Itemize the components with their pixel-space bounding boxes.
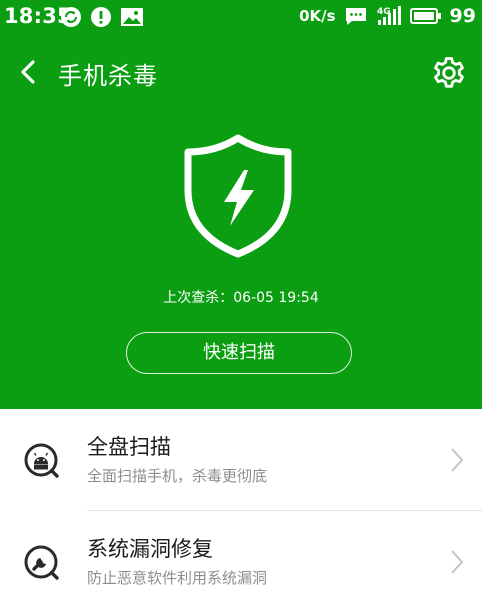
chevron-right-icon <box>451 448 464 472</box>
chevron-right-icon <box>451 550 464 574</box>
battery-level: 99 <box>449 5 476 27</box>
back-arrow-icon <box>21 60 35 84</box>
page-title: 手机杀毒 <box>58 62 158 90</box>
battery-icon <box>409 8 441 24</box>
alert-icon <box>91 7 111 27</box>
sync-icon <box>61 7 81 27</box>
list-item-title: 系统漏洞修复 <box>87 537 213 561</box>
4g-signal-icon: 4G <box>377 6 401 25</box>
list-item-full-scan[interactable]: 全盘扫描 全面扫描手机，杀毒更彻底 <box>0 409 482 511</box>
quick-scan-button[interactable]: 快速扫描 <box>126 332 352 374</box>
hero-panel: 18:35 0K/s 4G 99 手机杀毒 上次查杀：06-05 19:54 快… <box>0 0 482 409</box>
title-bar: 手机杀毒 <box>0 48 482 96</box>
last-scan-info: 上次查杀：06-05 19:54 <box>0 287 482 307</box>
settings-button[interactable] <box>430 54 468 92</box>
image-icon <box>121 8 143 26</box>
gear-icon <box>434 57 464 88</box>
list-item-subtitle: 全面扫描手机，杀毒更彻底 <box>87 467 268 485</box>
back-button[interactable] <box>14 54 42 90</box>
list-item-title: 全盘扫描 <box>87 435 171 459</box>
scan-options-list: 全盘扫描 全面扫描手机，杀毒更彻底 系统漏洞修复 防止恶意软件利用系统漏洞 <box>0 409 482 613</box>
status-bar: 18:35 0K/s 4G 99 <box>0 0 482 34</box>
list-item-subtitle: 防止恶意软件利用系统漏洞 <box>87 569 268 587</box>
net-speed: 0K/s <box>299 7 336 25</box>
wrench-icon <box>24 545 59 580</box>
status-notification-icons <box>60 6 144 28</box>
message-icon <box>345 8 366 25</box>
android-scan-icon <box>24 443 59 478</box>
last-scan-time: 06-05 19:54 <box>233 290 319 306</box>
status-system-icons: 0K/s 4G 99 <box>299 5 476 27</box>
shield-lightning-icon <box>184 134 292 258</box>
last-scan-label: 上次查杀： <box>163 290 234 306</box>
list-item-vulnerability-fix[interactable]: 系统漏洞修复 防止恶意软件利用系统漏洞 <box>0 511 482 613</box>
